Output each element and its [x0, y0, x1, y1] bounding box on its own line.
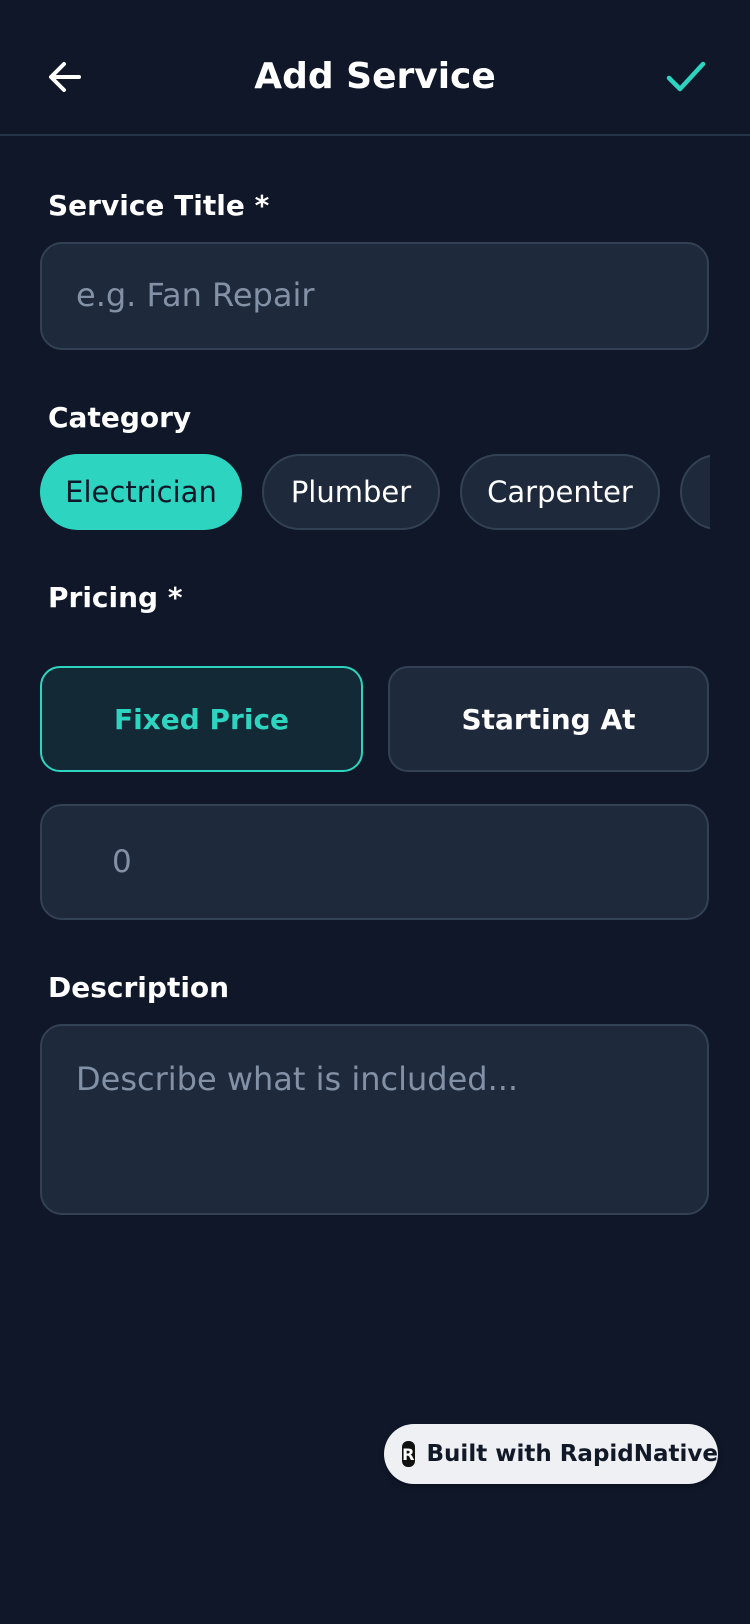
category-chip-plumber[interactable]: Plumber — [262, 454, 440, 530]
rapidnative-badge[interactable]: R Built with RapidNative — [384, 1424, 718, 1484]
category-chip-list: Electrician Plumber Carpenter — [40, 454, 710, 532]
service-title-label: Service Title * — [48, 189, 270, 222]
category-chip-more[interactable] — [680, 454, 710, 530]
rapidnative-logo-icon: R — [402, 1441, 415, 1467]
header-bar: Add Service — [0, 0, 750, 136]
check-icon — [666, 61, 706, 92]
page-title: Add Service — [254, 56, 496, 97]
category-chip-electrician[interactable]: Electrician — [40, 454, 242, 530]
description-textarea[interactable]: Describe what is included... — [40, 1024, 709, 1215]
price-amount-input[interactable]: 0 — [40, 804, 709, 920]
service-title-input[interactable]: e.g. Fan Repair — [40, 242, 709, 350]
pricing-label: Pricing * — [48, 581, 183, 614]
starting-at-button[interactable]: Starting At — [388, 666, 709, 772]
description-placeholder: Describe what is included... — [76, 1060, 519, 1098]
description-label: Description — [48, 971, 230, 1004]
category-label: Category — [48, 401, 192, 434]
category-chip-carpenter[interactable]: Carpenter — [460, 454, 660, 530]
save-button[interactable] — [660, 50, 712, 102]
service-title-placeholder: e.g. Fan Repair — [76, 276, 315, 314]
price-amount-placeholder: 0 — [112, 844, 132, 880]
badge-text: Built with RapidNative — [426, 1441, 718, 1467]
fixed-price-button[interactable]: Fixed Price — [40, 666, 363, 772]
